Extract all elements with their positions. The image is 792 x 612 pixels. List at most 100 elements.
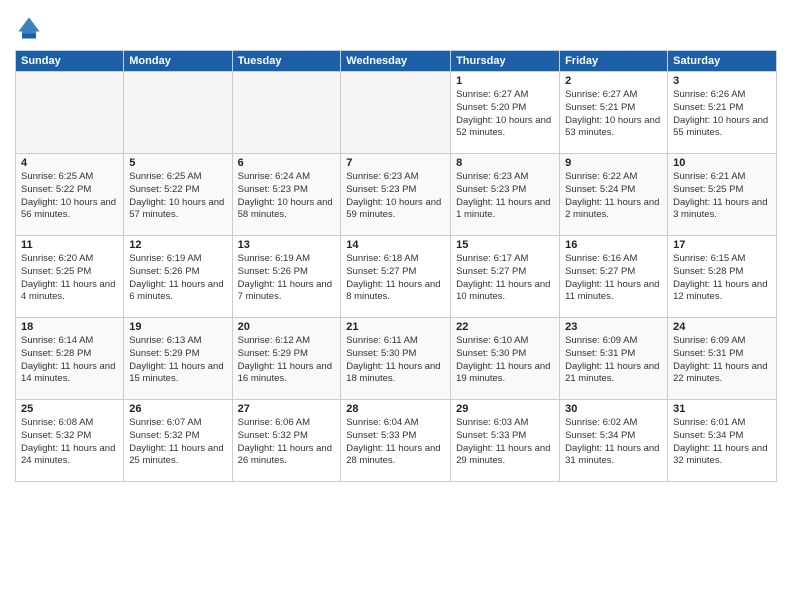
day-number: 2 xyxy=(565,75,662,87)
day-cell: 7 Sunrise: 6:23 AMSunset: 5:23 PMDaylight… xyxy=(341,154,451,236)
day-info: Sunrise: 6:25 AMSunset: 5:22 PMDaylight:… xyxy=(129,171,226,222)
day-cell: 8 Sunrise: 6:23 AMSunset: 5:23 PMDaylight… xyxy=(451,154,560,236)
day-info: Sunrise: 6:04 AMSunset: 5:33 PMDaylight:… xyxy=(346,417,445,468)
day-number: 7 xyxy=(346,157,445,169)
day-cell: 17 Sunrise: 6:15 AMSunset: 5:28 PMDayligh… xyxy=(668,236,777,318)
day-cell: 31 Sunrise: 6:01 AMSunset: 5:34 PMDayligh… xyxy=(668,400,777,482)
weekday-tuesday: Tuesday xyxy=(232,51,341,72)
day-number: 16 xyxy=(565,239,662,251)
day-number: 10 xyxy=(673,157,771,169)
day-number: 15 xyxy=(456,239,554,251)
day-number: 22 xyxy=(456,321,554,333)
day-info: Sunrise: 6:19 AMSunset: 5:26 PMDaylight:… xyxy=(238,253,336,304)
day-info: Sunrise: 6:17 AMSunset: 5:27 PMDaylight:… xyxy=(456,253,554,304)
day-cell: 13 Sunrise: 6:19 AMSunset: 5:26 PMDayligh… xyxy=(232,236,341,318)
day-number: 28 xyxy=(346,403,445,415)
day-cell: 3Sunrise: 6:26 AMSunset: 5:21 PMDaylight… xyxy=(668,72,777,154)
day-number: 13 xyxy=(238,239,336,251)
day-cell: 10 Sunrise: 6:21 AMSunset: 5:25 PMDayligh… xyxy=(668,154,777,236)
weekday-thursday: Thursday xyxy=(451,51,560,72)
weekday-friday: Friday xyxy=(560,51,668,72)
day-info: Sunrise: 6:07 AMSunset: 5:32 PMDaylight:… xyxy=(129,417,226,468)
day-cell: 21 Sunrise: 6:11 AMSunset: 5:30 PMDayligh… xyxy=(341,318,451,400)
day-cell: 23 Sunrise: 6:09 AMSunset: 5:31 PMDayligh… xyxy=(560,318,668,400)
day-number: 14 xyxy=(346,239,445,251)
day-number: 24 xyxy=(673,321,771,333)
day-number: 17 xyxy=(673,239,771,251)
logo xyxy=(15,14,47,42)
day-info: Sunrise: 6:19 AMSunset: 5:26 PMDaylight:… xyxy=(129,253,226,304)
day-info: Sunrise: 6:16 AMSunset: 5:27 PMDaylight:… xyxy=(565,253,662,304)
day-number: 8 xyxy=(456,157,554,169)
logo-icon xyxy=(15,14,43,42)
day-info: Sunrise: 6:03 AMSunset: 5:33 PMDaylight:… xyxy=(456,417,554,468)
week-row-2: 4Sunrise: 6:25 AMSunset: 5:22 PMDaylight… xyxy=(16,154,777,236)
day-number: 6 xyxy=(238,157,336,169)
day-number: 20 xyxy=(238,321,336,333)
week-row-5: 25 Sunrise: 6:08 AMSunset: 5:32 PMDayligh… xyxy=(16,400,777,482)
week-row-4: 18Sunrise: 6:14 AMSunset: 5:28 PMDayligh… xyxy=(16,318,777,400)
day-cell: 19Sunrise: 6:13 AMSunset: 5:29 PMDayligh… xyxy=(124,318,232,400)
day-number: 9 xyxy=(565,157,662,169)
day-info: Sunrise: 6:15 AMSunset: 5:28 PMDaylight:… xyxy=(673,253,771,304)
day-cell xyxy=(341,72,451,154)
day-cell: 25 Sunrise: 6:08 AMSunset: 5:32 PMDayligh… xyxy=(16,400,124,482)
day-cell: 5 Sunrise: 6:25 AMSunset: 5:22 PMDaylight… xyxy=(124,154,232,236)
day-info: Sunrise: 6:20 AMSunset: 5:25 PMDaylight:… xyxy=(21,253,118,304)
calendar: SundayMondayTuesdayWednesdayThursdayFrid… xyxy=(15,50,777,482)
day-number: 25 xyxy=(21,403,118,415)
day-cell: 6 Sunrise: 6:24 AMSunset: 5:23 PMDaylight… xyxy=(232,154,341,236)
week-row-1: 1 Sunrise: 6:27 AMSunset: 5:20 PMDaylight… xyxy=(16,72,777,154)
day-info: Sunrise: 6:01 AMSunset: 5:34 PMDaylight:… xyxy=(673,417,771,468)
day-cell: 28 Sunrise: 6:04 AMSunset: 5:33 PMDayligh… xyxy=(341,400,451,482)
day-info: Sunrise: 6:27 AMSunset: 5:20 PMDaylight:… xyxy=(456,89,554,140)
day-cell: 15 Sunrise: 6:17 AMSunset: 5:27 PMDayligh… xyxy=(451,236,560,318)
day-cell: 16 Sunrise: 6:16 AMSunset: 5:27 PMDayligh… xyxy=(560,236,668,318)
day-number: 23 xyxy=(565,321,662,333)
day-cell xyxy=(232,72,341,154)
day-info: Sunrise: 6:21 AMSunset: 5:25 PMDaylight:… xyxy=(673,171,771,222)
day-cell: 11 Sunrise: 6:20 AMSunset: 5:25 PMDayligh… xyxy=(16,236,124,318)
header xyxy=(15,10,777,42)
day-cell: 26 Sunrise: 6:07 AMSunset: 5:32 PMDayligh… xyxy=(124,400,232,482)
day-cell: 12Sunrise: 6:19 AMSunset: 5:26 PMDayligh… xyxy=(124,236,232,318)
weekday-sunday: Sunday xyxy=(16,51,124,72)
day-cell: 18Sunrise: 6:14 AMSunset: 5:28 PMDayligh… xyxy=(16,318,124,400)
day-number: 1 xyxy=(456,75,554,87)
day-info: Sunrise: 6:14 AMSunset: 5:28 PMDaylight:… xyxy=(21,335,118,386)
day-info: Sunrise: 6:06 AMSunset: 5:32 PMDaylight:… xyxy=(238,417,336,468)
day-number: 21 xyxy=(346,321,445,333)
day-number: 30 xyxy=(565,403,662,415)
day-number: 31 xyxy=(673,403,771,415)
page: SundayMondayTuesdayWednesdayThursdayFrid… xyxy=(0,0,792,612)
day-number: 27 xyxy=(238,403,336,415)
day-cell: 22 Sunrise: 6:10 AMSunset: 5:30 PMDayligh… xyxy=(451,318,560,400)
day-number: 19 xyxy=(129,321,226,333)
day-info: Sunrise: 6:23 AMSunset: 5:23 PMDaylight:… xyxy=(346,171,445,222)
day-info: Sunrise: 6:10 AMSunset: 5:30 PMDaylight:… xyxy=(456,335,554,386)
day-number: 3 xyxy=(673,75,771,87)
day-cell xyxy=(16,72,124,154)
day-cell: 29Sunrise: 6:03 AMSunset: 5:33 PMDayligh… xyxy=(451,400,560,482)
day-info: Sunrise: 6:11 AMSunset: 5:30 PMDaylight:… xyxy=(346,335,445,386)
day-cell: 27 Sunrise: 6:06 AMSunset: 5:32 PMDayligh… xyxy=(232,400,341,482)
day-info: Sunrise: 6:09 AMSunset: 5:31 PMDaylight:… xyxy=(565,335,662,386)
day-cell: 20Sunrise: 6:12 AMSunset: 5:29 PMDayligh… xyxy=(232,318,341,400)
day-info: Sunrise: 6:08 AMSunset: 5:32 PMDaylight:… xyxy=(21,417,118,468)
day-info: Sunrise: 6:23 AMSunset: 5:23 PMDaylight:… xyxy=(456,171,554,222)
weekday-wednesday: Wednesday xyxy=(341,51,451,72)
day-info: Sunrise: 6:09 AMSunset: 5:31 PMDaylight:… xyxy=(673,335,771,386)
day-number: 11 xyxy=(21,239,118,251)
weekday-monday: Monday xyxy=(124,51,232,72)
day-cell: 4Sunrise: 6:25 AMSunset: 5:22 PMDaylight… xyxy=(16,154,124,236)
day-info: Sunrise: 6:24 AMSunset: 5:23 PMDaylight:… xyxy=(238,171,336,222)
weekday-header-row: SundayMondayTuesdayWednesdayThursdayFrid… xyxy=(16,51,777,72)
day-cell: 1 Sunrise: 6:27 AMSunset: 5:20 PMDaylight… xyxy=(451,72,560,154)
day-cell: 24 Sunrise: 6:09 AMSunset: 5:31 PMDayligh… xyxy=(668,318,777,400)
day-cell: 30Sunrise: 6:02 AMSunset: 5:34 PMDayligh… xyxy=(560,400,668,482)
day-cell: 14Sunrise: 6:18 AMSunset: 5:27 PMDayligh… xyxy=(341,236,451,318)
day-number: 5 xyxy=(129,157,226,169)
day-info: Sunrise: 6:25 AMSunset: 5:22 PMDaylight:… xyxy=(21,171,118,222)
day-cell xyxy=(124,72,232,154)
day-number: 26 xyxy=(129,403,226,415)
